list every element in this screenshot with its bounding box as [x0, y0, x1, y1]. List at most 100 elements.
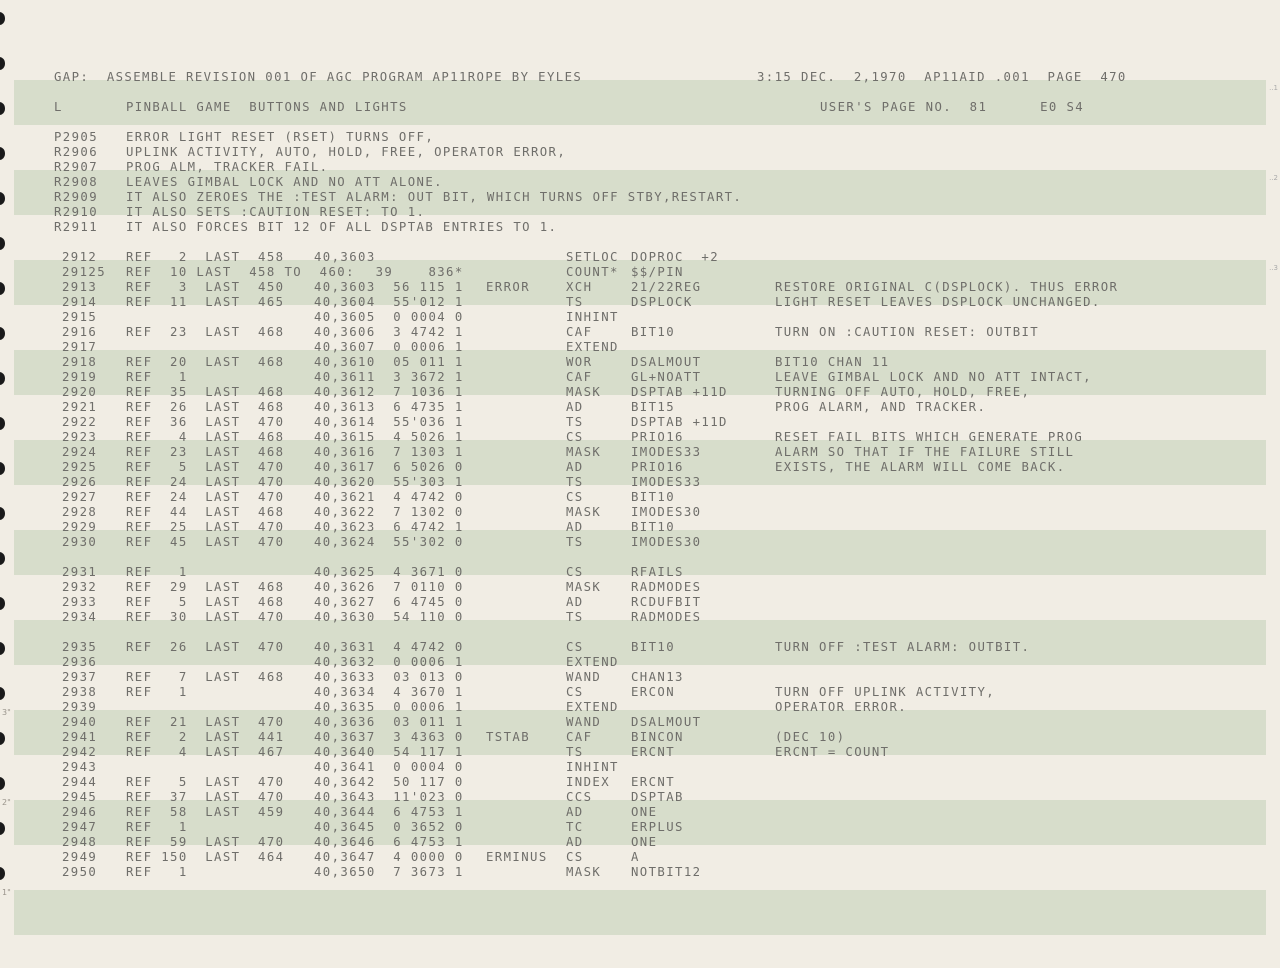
address-word: 40,3645 0 3652 0: [314, 820, 464, 834]
line-number: 2924: [62, 445, 98, 459]
line-number: 2921: [62, 400, 98, 414]
address-word: 40,3613 6 4735 1: [314, 400, 464, 414]
feed-hole: [0, 327, 5, 340]
feed-hole: [0, 867, 5, 880]
comment: TURN OFF UPLINK ACTIVITY,: [775, 685, 996, 699]
operand: DSPTAB +11D: [631, 415, 728, 429]
opcode: AD: [566, 835, 584, 849]
address-word: 40,3624 55'302 0: [314, 535, 464, 549]
address-word: 40,3614 55'036 1: [314, 415, 464, 429]
remark-text: PROG ALM, TRACKER FAIL.: [126, 160, 329, 174]
header-date-page: 3:15 DEC. 2,1970 AP11AID .001 PAGE 470: [757, 70, 1127, 84]
address-word: 40,3641 0 0004 0: [314, 760, 464, 774]
ref-info: REF 1: [126, 685, 188, 699]
address-word: 40,3636 03 011 1: [314, 715, 464, 729]
address-word: 40,3646 6 4753 1: [314, 835, 464, 849]
section-log-label: L: [54, 100, 63, 114]
right-tick-2: ..2: [1269, 174, 1278, 182]
line-number: 2949: [62, 850, 98, 864]
ref-info: REF 25 LAST 470: [126, 520, 285, 534]
address-word: 40,3626 7 0110 0: [314, 580, 464, 594]
ref-info: REF 24 LAST 470: [126, 475, 285, 489]
operand: DSPTAB: [631, 790, 684, 804]
comment: RESTORE ORIGINAL C(DSPLOCK). THUS ERROR: [775, 280, 1119, 294]
comment: EXISTS, THE ALARM WILL COME BACK.: [775, 460, 1066, 474]
opcode: MASK: [566, 580, 602, 594]
ref-info: REF 35 LAST 468: [126, 385, 285, 399]
address-word: 40,3603 56 115 1: [314, 280, 464, 294]
greenbar-band: [14, 890, 1266, 935]
address-word: 40,3612 7 1036 1: [314, 385, 464, 399]
ref-info: REF 1: [126, 865, 188, 879]
opcode: WAND: [566, 670, 602, 684]
comment: PROG ALARM, AND TRACKER.: [775, 400, 987, 414]
margin-mark-3: 3": [2, 708, 11, 717]
address-word: 40,3625 4 3671 0: [314, 565, 464, 579]
location-label: ERROR: [486, 280, 531, 294]
address-word: 40,3620 55'303 1: [314, 475, 464, 489]
ref-info: REF 1: [126, 820, 188, 834]
address-word: 40,3616 7 1303 1: [314, 445, 464, 459]
operand: DSALMOUT: [631, 715, 702, 729]
line-number: 2930: [62, 535, 98, 549]
feed-hole: [0, 372, 5, 385]
opcode: SETLOC: [566, 250, 619, 264]
ref-info: REF 30 LAST 470: [126, 610, 285, 624]
line-number: 2925: [62, 460, 98, 474]
ref-info: REF 58 LAST 459: [126, 805, 285, 819]
line-number: 2944: [62, 775, 98, 789]
address-word: 40,3635 0 0006 1: [314, 700, 464, 714]
comment: TURNING OFF AUTO, HOLD, FREE,: [775, 385, 1031, 399]
remark-line-number: R2906: [54, 145, 99, 159]
feed-hole: [0, 552, 5, 565]
ref-info: REF 59 LAST 470: [126, 835, 285, 849]
feed-hole: [0, 57, 5, 70]
remark-line-number: P2905: [54, 130, 99, 144]
line-number: 2923: [62, 430, 98, 444]
address-word: 40,3642 50 117 0: [314, 775, 464, 789]
operand: CHAN13: [631, 670, 684, 684]
opcode: EXTEND: [566, 655, 619, 669]
remark-text: IT ALSO FORCES BIT 12 OF ALL DSPTAB ENTR…: [126, 220, 558, 234]
address-word: 40,3617 6 5026 0: [314, 460, 464, 474]
opcode: TS: [566, 475, 584, 489]
address-word: 40,3604 55'012 1: [314, 295, 464, 309]
remark-line-number: R2910: [54, 205, 99, 219]
feed-hole: [0, 192, 5, 205]
ref-info: REF 20 LAST 468: [126, 355, 285, 369]
operand: IMODES30: [631, 505, 702, 519]
comment: LEAVE GIMBAL LOCK AND NO ATT INTACT,: [775, 370, 1092, 384]
line-number: 2939: [62, 700, 98, 714]
ref-info: REF 11 LAST 465: [126, 295, 285, 309]
line-number: 2913: [62, 280, 98, 294]
feed-hole: [0, 102, 5, 115]
line-number: 2931: [62, 565, 98, 579]
operand: ERPLUS: [631, 820, 684, 834]
operand: PRIO16: [631, 430, 684, 444]
operand: A: [631, 850, 640, 864]
ref-info: REF 7 LAST 468: [126, 670, 285, 684]
line-number: 2938: [62, 685, 98, 699]
operand: IMODES33: [631, 445, 702, 459]
feed-hole: [0, 12, 5, 25]
operand: ONE: [631, 805, 658, 819]
opcode: WOR: [566, 355, 593, 369]
operand: ONE: [631, 835, 658, 849]
line-number: 2948: [62, 835, 98, 849]
address-word: 40,3622 7 1302 0: [314, 505, 464, 519]
operand: IMODES33: [631, 475, 702, 489]
ref-info: REF 1: [126, 565, 188, 579]
ref-info: REF 2 LAST 441: [126, 730, 285, 744]
feed-hole: [0, 282, 5, 295]
line-number: 2927: [62, 490, 98, 504]
location-label: TSTAB: [486, 730, 531, 744]
line-number: 2916: [62, 325, 98, 339]
operand: NOTBIT12: [631, 865, 702, 879]
feed-hole: [0, 462, 5, 475]
address-word: 40,3637 3 4363 0: [314, 730, 464, 744]
remark-text: UPLINK ACTIVITY, AUTO, HOLD, FREE, OPERA…: [126, 145, 567, 159]
right-tick-1: ..1: [1269, 84, 1278, 92]
opcode: CS: [566, 490, 584, 504]
ref-info: REF 26 LAST 470: [126, 640, 285, 654]
opcode: CS: [566, 850, 584, 864]
